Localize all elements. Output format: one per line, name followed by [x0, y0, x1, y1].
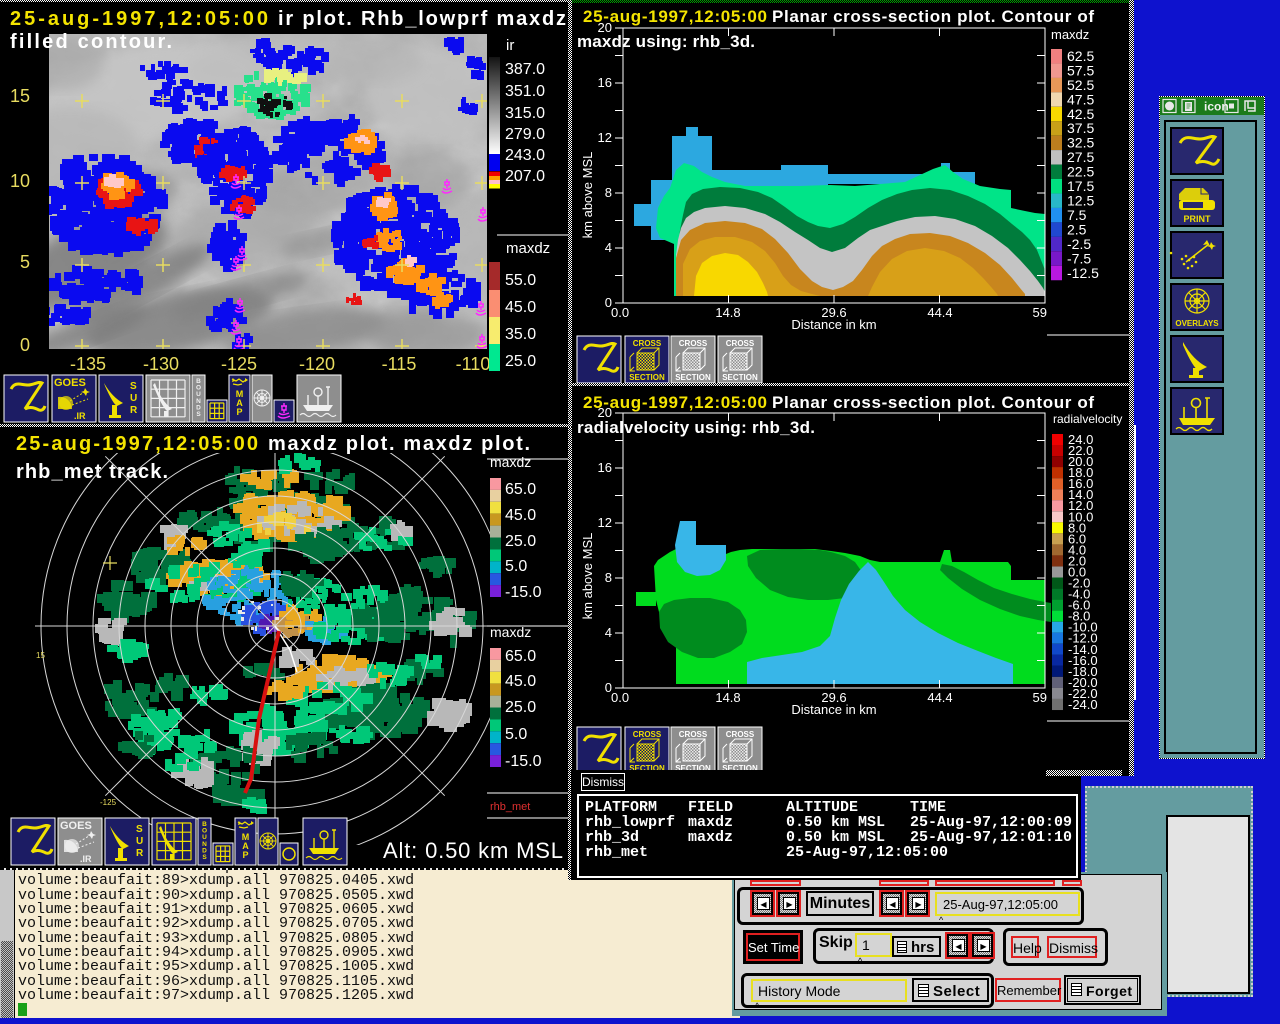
svg-text:59: 59	[1033, 305, 1047, 320]
svg-text:25.0: 25.0	[505, 533, 536, 550]
svg-text:10: 10	[10, 171, 30, 191]
svg-text:ir: ir	[506, 37, 514, 54]
svg-text:Distance in km: Distance in km	[791, 317, 876, 332]
svg-text:maxdz: maxdz	[506, 240, 550, 257]
svg-text:20: 20	[598, 20, 612, 35]
svg-text:8: 8	[605, 185, 612, 200]
svg-text:-115: -115	[382, 354, 417, 374]
svg-text:Distance in km: Distance in km	[791, 702, 876, 717]
svg-text:OVERLAYS: OVERLAYS	[1175, 319, 1219, 328]
svg-text:S: S	[196, 411, 201, 418]
svg-text:0: 0	[20, 335, 30, 355]
svg-text:14.8: 14.8	[715, 305, 740, 320]
svg-text:GOES: GOES	[60, 820, 92, 832]
svg-text:243.0: 243.0	[505, 147, 545, 164]
svg-text:.IR: .IR	[74, 411, 86, 421]
svg-text:5: 5	[20, 252, 30, 272]
svg-text:Planar cross-section plot. Co: Planar cross-section plot. Contour of	[772, 7, 1094, 26]
svg-text:279.0: 279.0	[505, 126, 545, 143]
svg-text:44.4: 44.4	[927, 305, 952, 320]
svg-text:filled contour.: filled contour.	[10, 31, 172, 53]
svg-text:0.0: 0.0	[611, 305, 629, 320]
svg-text:CROSS: CROSS	[726, 730, 755, 739]
svg-text:maxdz: maxdz	[1051, 27, 1089, 42]
svg-text:44.4: 44.4	[927, 690, 952, 705]
svg-text:351.0: 351.0	[505, 83, 545, 100]
svg-text:ir plot. Rhb_lowprf maxdz: ir plot. Rhb_lowprf maxdz	[278, 8, 566, 30]
svg-text:km above MSL: km above MSL	[580, 533, 595, 620]
svg-text:55.0: 55.0	[505, 272, 536, 289]
svg-text:-130: -130	[143, 354, 179, 374]
svg-text:-125: -125	[221, 354, 257, 374]
svg-text:km above MSL: km above MSL	[580, 152, 595, 239]
svg-text:315.0: 315.0	[505, 105, 545, 122]
svg-text:PRINT: PRINT	[1184, 214, 1212, 224]
svg-text:65.0: 65.0	[505, 481, 536, 498]
svg-text:SECTION: SECTION	[722, 373, 758, 382]
svg-text:65.0: 65.0	[505, 648, 536, 665]
svg-text:4: 4	[605, 240, 612, 255]
svg-text:CROSS: CROSS	[679, 339, 708, 348]
svg-text:CROSS: CROSS	[633, 339, 662, 348]
svg-text:5.0: 5.0	[505, 558, 527, 575]
svg-text:rhb_met: rhb_met	[490, 801, 530, 813]
svg-text:R: R	[136, 848, 144, 859]
svg-text:12: 12	[598, 130, 612, 145]
svg-text:maxdz: maxdz	[490, 624, 531, 640]
svg-text:R: R	[130, 405, 138, 416]
svg-text:SECTION: SECTION	[629, 373, 665, 382]
svg-text:S: S	[136, 824, 143, 835]
svg-text:12: 12	[598, 515, 612, 530]
svg-text:radialvelocity: radialvelocity	[1053, 412, 1122, 426]
svg-text:-15.0: -15.0	[505, 584, 542, 601]
svg-text:15: 15	[10, 86, 30, 106]
svg-text:S: S	[130, 381, 137, 392]
svg-text:59: 59	[1033, 690, 1047, 705]
svg-text:Alt: 0.50 km MSL: Alt: 0.50 km MSL	[383, 838, 563, 863]
svg-text:CROSS: CROSS	[726, 339, 755, 348]
svg-text:maxdz plot. maxdz plot.: maxdz plot. maxdz plot.	[268, 433, 530, 455]
svg-text:25.0: 25.0	[505, 699, 536, 716]
svg-text:20: 20	[598, 405, 612, 420]
svg-text:GOES: GOES	[54, 377, 86, 389]
svg-text:-135: -135	[70, 354, 106, 374]
svg-text:5.0: 5.0	[505, 726, 527, 743]
svg-text:45.0: 45.0	[505, 299, 536, 316]
svg-text:-12.5: -12.5	[1067, 265, 1099, 281]
svg-text:-120: -120	[299, 354, 335, 374]
svg-text:CROSS: CROSS	[679, 730, 708, 739]
svg-text:S: S	[202, 854, 207, 861]
svg-text:P: P	[242, 850, 248, 860]
svg-text:Planar cross-section plot. Co: Planar cross-section plot. Contour of	[772, 393, 1094, 412]
svg-text:-15.0: -15.0	[505, 753, 542, 770]
svg-text:45.0: 45.0	[505, 507, 536, 524]
svg-text:387.0: 387.0	[505, 61, 545, 78]
svg-text:CROSS: CROSS	[633, 730, 662, 739]
svg-text:P: P	[236, 407, 242, 417]
svg-text:35.0: 35.0	[505, 326, 536, 343]
svg-text:.IR: .IR	[80, 854, 92, 864]
svg-text:-110: -110	[456, 354, 491, 374]
svg-text:-125: -125	[100, 798, 117, 807]
svg-text:16: 16	[598, 460, 612, 475]
svg-text:U: U	[136, 836, 143, 847]
svg-text:SECTION: SECTION	[675, 373, 711, 382]
svg-text:16: 16	[598, 75, 612, 90]
svg-text:8: 8	[605, 570, 612, 585]
svg-text:45.0: 45.0	[505, 673, 536, 690]
svg-text:radialvelocity using: rhb_3d.: radialvelocity using: rhb_3d.	[577, 418, 815, 437]
svg-text:0.0: 0.0	[611, 690, 629, 705]
svg-text:25-aug-1997,12:05:00: 25-aug-1997,12:05:00	[16, 433, 258, 455]
svg-text:25.0: 25.0	[505, 353, 536, 370]
svg-text:-24.0: -24.0	[1068, 697, 1098, 712]
svg-text:maxdz: maxdz	[490, 454, 531, 470]
svg-text:14.8: 14.8	[715, 690, 740, 705]
svg-text:207.0: 207.0	[505, 168, 545, 185]
svg-text:4: 4	[605, 625, 612, 640]
svg-text:15: 15	[36, 651, 45, 660]
svg-text:U: U	[130, 393, 137, 404]
svg-text:25-aug-1997,12:05:00: 25-aug-1997,12:05:00	[10, 8, 268, 30]
